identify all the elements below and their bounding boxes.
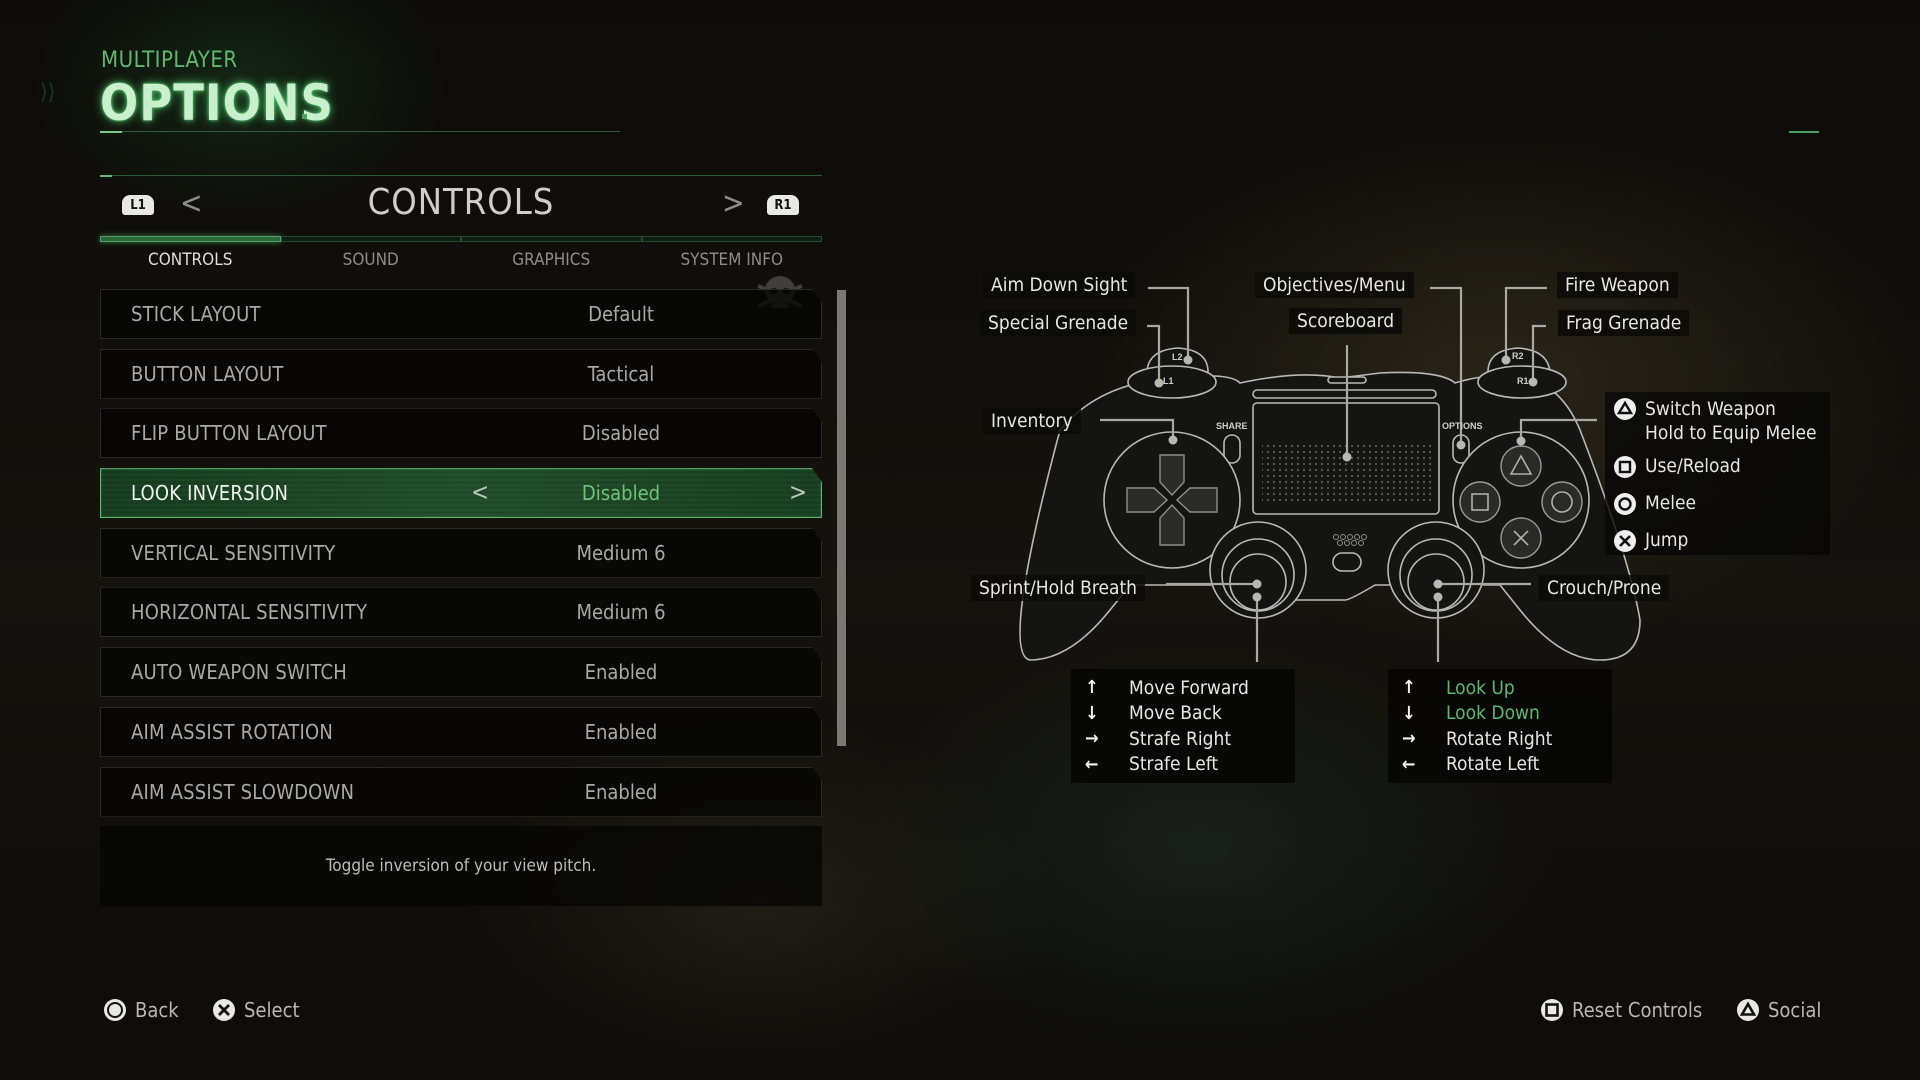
right-stick-legend: ↑ Look Up ↓ Look Down → Rotate Right ← Rotat… — [1388, 669, 1612, 783]
social-label: Social — [1768, 998, 1822, 1022]
face-item-triangle: Switch Weapon Hold to Equip Melee — [1614, 397, 1817, 445]
share-label: SHARE — [1216, 421, 1248, 431]
square-icon — [1614, 456, 1636, 478]
back-label: Back — [135, 998, 179, 1022]
reset-controls-prompt[interactable]: Reset Controls — [1540, 998, 1702, 1022]
arrow-up-icon: ↑ — [1402, 677, 1416, 699]
callout-r1: Frag Grenade — [1558, 310, 1690, 336]
triangle-icon — [1614, 398, 1636, 420]
right-stick-item: ↑ Look Up — [1388, 675, 1612, 701]
l1-label: L1 — [1163, 376, 1174, 386]
arrow-up-icon: ↑ — [1085, 677, 1099, 699]
arrow-left-icon: ← — [1085, 753, 1099, 775]
face-item-circle: Melee — [1614, 492, 1696, 515]
back-prompt[interactable]: Back — [103, 998, 179, 1022]
square-button — [1459, 481, 1501, 523]
left-stick-legend: ↑ Move Forward ↓ Move Back → Strafe Right ←… — [1071, 669, 1295, 783]
select-prompt[interactable]: Select — [212, 998, 300, 1022]
left-stick-item: → Strafe Right — [1071, 726, 1295, 752]
select-label: Select — [244, 998, 300, 1022]
left-stick-item: ↑ Move Forward — [1071, 675, 1295, 701]
left-stick-item: ↓ Move Back — [1071, 701, 1295, 727]
l2-label: L2 — [1172, 352, 1183, 362]
callout-dpad: Inventory — [983, 408, 1081, 434]
circle-icon — [1614, 493, 1636, 515]
light-bar — [1252, 389, 1437, 399]
face-sublabel: Hold to Equip Melee — [1645, 422, 1817, 444]
face-label: Jump — [1645, 529, 1689, 551]
ps-button — [1332, 552, 1362, 572]
callout-touchpad: Scoreboard — [1289, 308, 1403, 334]
callout-l1: Special Grenade — [980, 310, 1137, 336]
callout-r2: Fire Weapon — [1557, 272, 1678, 298]
callout-l2: Aim Down Sight — [983, 272, 1136, 298]
reset-controls-label: Reset Controls — [1572, 998, 1703, 1022]
arrow-down-icon: ↓ — [1085, 702, 1099, 724]
cross-icon — [1614, 530, 1636, 552]
right-stick-item: → Rotate Right — [1388, 726, 1612, 752]
triangle-button-icon — [1737, 999, 1759, 1021]
social-prompt[interactable]: Social — [1736, 998, 1821, 1022]
face-label: Switch Weapon — [1645, 398, 1776, 420]
face-item-cross: Jump — [1614, 529, 1688, 552]
arrow-left-icon: ← — [1402, 753, 1416, 775]
triangle-button — [1500, 445, 1542, 487]
arrow-right-icon: → — [1402, 728, 1416, 750]
r1-label: R1 — [1517, 376, 1529, 386]
right-stick-item: ← Rotate Left — [1388, 752, 1612, 778]
left-stick-item: ← Strafe Left — [1071, 752, 1295, 778]
circle-button — [1541, 481, 1583, 523]
right-stick-item: ↓ Look Down — [1388, 701, 1612, 727]
face-label: Melee — [1645, 492, 1697, 514]
arrow-down-icon: ↓ — [1402, 702, 1416, 724]
r2-label: R2 — [1512, 351, 1524, 361]
face-button-legend: Switch Weapon Hold to Equip Melee Use/Rel… — [1605, 392, 1830, 555]
arrow-right-icon: → — [1085, 728, 1099, 750]
face-label: Use/Reload — [1645, 455, 1741, 477]
callout-r3: Crouch/Prone — [1539, 575, 1670, 601]
callout-options: Objectives/Menu — [1255, 272, 1414, 298]
face-item-square: Use/Reload — [1614, 455, 1741, 478]
callout-l3: Sprint/Hold Breath — [971, 575, 1145, 601]
square-button-icon — [1541, 999, 1563, 1021]
cross-button-icon — [213, 999, 235, 1021]
options-label: OPTIONS — [1442, 421, 1483, 431]
circle-button-icon — [104, 999, 126, 1021]
